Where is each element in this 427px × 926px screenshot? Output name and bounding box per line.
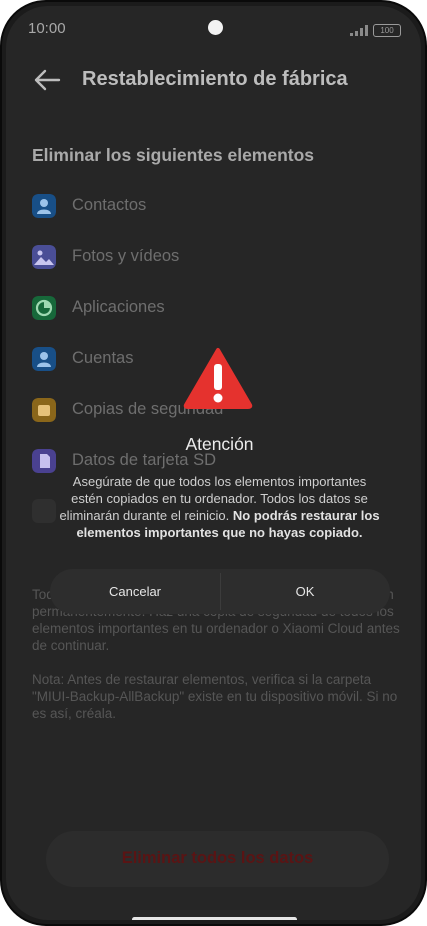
dialog-title: Atención bbox=[185, 434, 254, 454]
warning-icon bbox=[183, 348, 253, 409]
dialog-message: Asegúrate de que todos los elementos imp… bbox=[58, 473, 381, 541]
warning-dialog: Atención Asegúrate de que todos los elem… bbox=[6, 6, 421, 920]
screen: 10:00 100 Restablecimiento de fábrica El… bbox=[6, 6, 421, 920]
cancel-button[interactable]: Cancelar bbox=[50, 569, 220, 614]
phone-frame: 10:00 100 Restablecimiento de fábrica El… bbox=[0, 0, 427, 926]
ok-button[interactable]: OK bbox=[220, 569, 390, 614]
dialog-button-row: Cancelar OK bbox=[50, 569, 390, 614]
